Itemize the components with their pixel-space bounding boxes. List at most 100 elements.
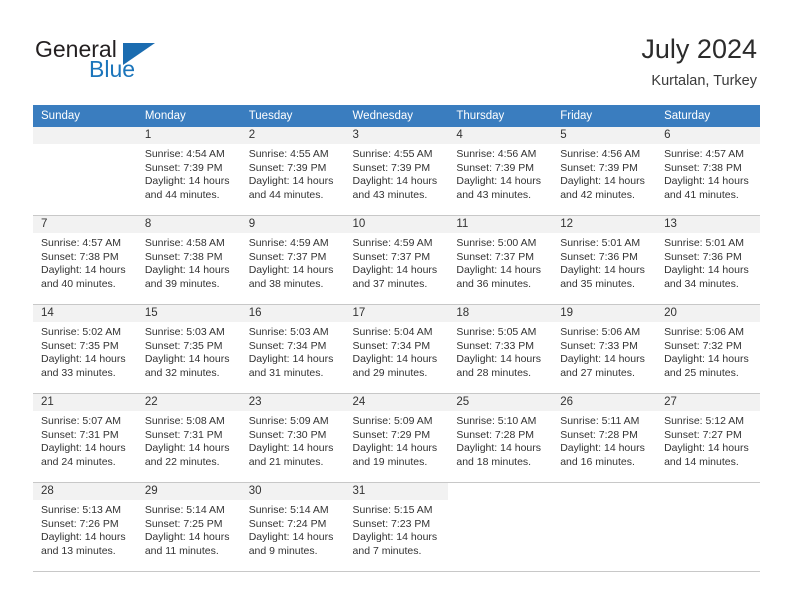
sunset-time: Sunset: 7:39 PM	[144, 161, 223, 174]
page-title: July 2024	[641, 34, 757, 64]
calendar-day-cell[interactable]: 2 Sunrise: 4:55 AM Sunset: 7:39 PM Daylight…	[240, 127, 345, 216]
daylight-duration-line1: Daylight: 14 hours	[144, 442, 230, 455]
calendar-day-cell[interactable]: 18 Sunrise: 5:05 AM Sunset: 7:33 PM Dayligh…	[448, 304, 553, 394]
day-number: 26	[552, 394, 657, 411]
day-cell-content: 18 Sunrise: 5:05 AM Sunset: 7:33 PM Dayligh…	[448, 305, 553, 393]
daylight-duration-line2: and 7 minutes.	[352, 544, 422, 557]
calendar-day-cell[interactable]	[33, 127, 137, 216]
daylight-duration-line2: and 29 minutes.	[352, 366, 428, 379]
calendar-day-cell[interactable]: 15 Sunrise: 5:03 AM Sunset: 7:35 PM Dayligh…	[136, 304, 241, 394]
day-number: 28	[33, 483, 137, 500]
sunrise-time: Sunrise: 5:12 AM	[664, 415, 745, 427]
day-details: Sunrise: 4:56 AM Sunset: 7:39 PM Daylight:…	[448, 144, 552, 202]
calendar-day-cell[interactable]: 8 Sunrise: 4:58 AM Sunset: 7:38 PM Daylight…	[136, 215, 241, 305]
sunrise-time: Sunrise: 5:15 AM	[352, 504, 433, 516]
weekday-header-saturday: Saturday	[656, 105, 760, 127]
sunset-time: Sunset: 7:39 PM	[560, 161, 638, 174]
daylight-duration-line1: Daylight: 14 hours	[41, 353, 126, 366]
day-cell-content: 30 Sunrise: 5:14 AM Sunset: 7:24 PM Dayligh…	[240, 483, 345, 571]
daylight-duration-line2: and 25 minutes.	[664, 366, 739, 379]
calendar-day-cell[interactable]	[448, 482, 553, 572]
calendar-day-cell[interactable]: 4 Sunrise: 4:56 AM Sunset: 7:39 PM Daylight…	[448, 127, 553, 216]
day-number: 3	[344, 127, 449, 144]
daylight-duration-line1: Daylight: 14 hours	[144, 175, 230, 188]
calendar-day-cell[interactable]: 12 Sunrise: 5:01 AM Sunset: 7:36 PM Dayligh…	[552, 215, 657, 305]
calendar-day-cell[interactable]: 14 Sunrise: 5:02 AM Sunset: 7:35 PM Dayligh…	[33, 304, 137, 394]
sunset-time: Sunset: 7:28 PM	[456, 428, 535, 441]
day-details: Sunrise: 4:57 AM Sunset: 7:38 PM Daylight:…	[33, 233, 137, 291]
day-number: 17	[344, 305, 449, 322]
calendar-day-cell[interactable]: 27 Sunrise: 5:12 AM Sunset: 7:27 PM Dayligh…	[656, 393, 760, 483]
calendar-day-cell[interactable]: 5 Sunrise: 4:56 AM Sunset: 7:39 PM Daylight…	[552, 127, 657, 216]
calendar-day-cell[interactable]: 19 Sunrise: 5:06 AM Sunset: 7:33 PM Dayligh…	[552, 304, 657, 394]
day-cell-content: 10 Sunrise: 4:59 AM Sunset: 7:37 PM Dayligh…	[344, 216, 449, 304]
calendar-day-cell[interactable]: 30 Sunrise: 5:14 AM Sunset: 7:24 PM Dayligh…	[240, 482, 345, 572]
sunset-time: Sunset: 7:39 PM	[248, 161, 327, 174]
sunrise-time: Sunrise: 5:01 AM	[664, 237, 745, 249]
sunset-time: Sunset: 7:36 PM	[560, 250, 638, 263]
day-cell-content: 2 Sunrise: 4:55 AM Sunset: 7:39 PM Daylight…	[240, 127, 345, 215]
calendar-day-cell[interactable]: 28 Sunrise: 5:13 AM Sunset: 7:26 PM Dayligh…	[33, 482, 137, 572]
calendar-day-cell[interactable]: 3 Sunrise: 4:55 AM Sunset: 7:39 PM Daylight…	[344, 127, 449, 216]
daylight-duration-line1: Daylight: 14 hours	[456, 442, 542, 455]
calendar-day-cell[interactable]: 20 Sunrise: 5:06 AM Sunset: 7:32 PM Dayligh…	[656, 304, 760, 394]
day-number	[552, 483, 657, 500]
calendar-day-cell[interactable]: 16 Sunrise: 5:03 AM Sunset: 7:34 PM Dayligh…	[240, 304, 345, 394]
weekday-header-friday: Friday	[552, 105, 657, 127]
daylight-duration-line1: Daylight: 14 hours	[144, 353, 230, 366]
calendar-day-cell[interactable]	[552, 482, 657, 572]
daylight-duration-line1: Daylight: 14 hours	[664, 353, 749, 366]
calendar-day-cell[interactable]: 22 Sunrise: 5:08 AM Sunset: 7:31 PM Dayligh…	[136, 393, 241, 483]
day-number: 24	[344, 394, 449, 411]
day-cell-content: 7 Sunrise: 4:57 AM Sunset: 7:38 PM Daylight…	[33, 216, 137, 304]
day-details: Sunrise: 5:06 AM Sunset: 7:32 PM Daylight:…	[656, 322, 760, 380]
day-details: Sunrise: 4:59 AM Sunset: 7:37 PM Daylight:…	[345, 233, 449, 291]
day-cell-content: 27 Sunrise: 5:12 AM Sunset: 7:27 PM Dayligh…	[656, 394, 760, 482]
daylight-duration-line1: Daylight: 14 hours	[248, 175, 334, 188]
calendar-day-cell[interactable]: 11 Sunrise: 5:00 AM Sunset: 7:37 PM Dayligh…	[448, 215, 553, 305]
sunrise-time: Sunrise: 4:58 AM	[144, 237, 225, 249]
sunset-time: Sunset: 7:36 PM	[664, 250, 742, 263]
sunset-time: Sunset: 7:37 PM	[456, 250, 535, 263]
general-blue-logo[interactable]: General Blue	[35, 36, 215, 86]
daylight-duration-line1: Daylight: 14 hours	[560, 353, 645, 366]
day-details: Sunrise: 5:09 AM Sunset: 7:30 PM Daylight:…	[241, 411, 345, 469]
day-cell-content	[552, 483, 657, 571]
day-number	[448, 483, 553, 500]
day-cell-content: 26 Sunrise: 5:11 AM Sunset: 7:28 PM Dayligh…	[552, 394, 657, 482]
calendar-day-cell[interactable]: 21 Sunrise: 5:07 AM Sunset: 7:31 PM Dayligh…	[33, 393, 137, 483]
calendar-week-row: 21 Sunrise: 5:07 AM Sunset: 7:31 PM Dayligh…	[33, 393, 760, 483]
calendar-day-cell[interactable]: 26 Sunrise: 5:11 AM Sunset: 7:28 PM Dayligh…	[552, 393, 657, 483]
day-cell-content: 23 Sunrise: 5:09 AM Sunset: 7:30 PM Dayligh…	[240, 394, 345, 482]
calendar-day-cell[interactable]: 23 Sunrise: 5:09 AM Sunset: 7:30 PM Dayligh…	[240, 393, 345, 483]
weekday-header-tuesday: Tuesday	[240, 105, 345, 127]
calendar-day-cell[interactable]: 13 Sunrise: 5:01 AM Sunset: 7:36 PM Dayligh…	[656, 215, 760, 305]
day-cell-content: 6 Sunrise: 4:57 AM Sunset: 7:38 PM Daylight…	[656, 127, 760, 215]
calendar-day-cell[interactable]: 24 Sunrise: 5:09 AM Sunset: 7:29 PM Dayligh…	[344, 393, 449, 483]
calendar-day-cell[interactable]: 7 Sunrise: 4:57 AM Sunset: 7:38 PM Daylight…	[33, 215, 137, 305]
calendar-day-cell[interactable]: 1 Sunrise: 4:54 AM Sunset: 7:39 PM Daylight…	[136, 127, 241, 216]
sunrise-time: Sunrise: 4:55 AM	[352, 148, 433, 160]
sunrise-time: Sunrise: 5:08 AM	[144, 415, 225, 427]
day-cell-content: 22 Sunrise: 5:08 AM Sunset: 7:31 PM Dayligh…	[136, 394, 241, 482]
weekday-header-sunday: Sunday	[33, 105, 137, 127]
daylight-duration-line1: Daylight: 14 hours	[144, 531, 230, 544]
daylight-duration-line2: and 40 minutes.	[41, 277, 116, 290]
calendar-day-cell[interactable]	[656, 482, 760, 572]
calendar-day-cell[interactable]: 25 Sunrise: 5:10 AM Sunset: 7:28 PM Dayligh…	[448, 393, 553, 483]
daylight-duration-line2: and 33 minutes.	[41, 366, 116, 379]
day-cell-content: 5 Sunrise: 4:56 AM Sunset: 7:39 PM Daylight…	[552, 127, 657, 215]
calendar-day-cell[interactable]: 6 Sunrise: 4:57 AM Sunset: 7:38 PM Daylight…	[656, 127, 760, 216]
daylight-duration-line2: and 11 minutes.	[144, 544, 219, 557]
daylight-duration-line1: Daylight: 14 hours	[664, 442, 749, 455]
calendar-day-cell[interactable]: 10 Sunrise: 4:59 AM Sunset: 7:37 PM Dayligh…	[344, 215, 449, 305]
sunset-time: Sunset: 7:38 PM	[41, 250, 119, 263]
calendar-day-cell[interactable]: 31 Sunrise: 5:15 AM Sunset: 7:23 PM Dayligh…	[344, 482, 449, 572]
day-cell-content: 3 Sunrise: 4:55 AM Sunset: 7:39 PM Daylight…	[344, 127, 449, 215]
calendar-day-cell[interactable]: 17 Sunrise: 5:04 AM Sunset: 7:34 PM Dayligh…	[344, 304, 449, 394]
calendar-day-cell[interactable]: 9 Sunrise: 4:59 AM Sunset: 7:37 PM Daylight…	[240, 215, 345, 305]
daylight-duration-line1: Daylight: 14 hours	[248, 264, 334, 277]
sunset-time: Sunset: 7:31 PM	[41, 428, 119, 441]
calendar-day-cell[interactable]: 29 Sunrise: 5:14 AM Sunset: 7:25 PM Dayligh…	[136, 482, 241, 572]
daylight-duration-line2: and 18 minutes.	[456, 455, 532, 468]
